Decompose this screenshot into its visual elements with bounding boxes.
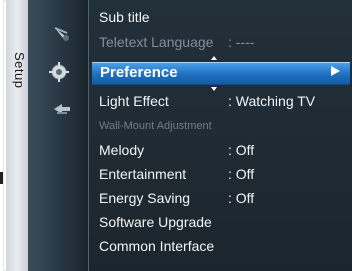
- menu-item-entertainment[interactable]: Entertainment: [99, 165, 186, 183]
- menu-item-subtitle[interactable]: Sub title: [99, 8, 150, 26]
- menu-item-energy-saving[interactable]: Energy Saving: [99, 189, 190, 207]
- category-tab[interactable]: [6, 0, 28, 271]
- teletext-language-value: : ----: [228, 34, 255, 50]
- menu-item-preference[interactable]: Preference: [100, 64, 178, 82]
- input-icon[interactable]: [51, 99, 73, 119]
- category-label: Setup: [12, 52, 27, 89]
- entertainment-value: : Off: [228, 166, 255, 182]
- menu-item-teletext-language: Teletext Language: [99, 34, 214, 50]
- antenna-icon[interactable]: [51, 24, 73, 44]
- melody-value: : Off: [228, 142, 255, 158]
- menu-item-light-effect[interactable]: Light Effect: [99, 92, 169, 110]
- menu-item-wall-mount: Wall-Mount Adjustment: [99, 120, 212, 132]
- right-arrow-icon: [331, 66, 340, 76]
- menu-item-software-upgrade[interactable]: Software Upgrade: [99, 213, 212, 231]
- menu-item-melody[interactable]: Melody: [99, 141, 144, 159]
- scroll-down-icon: [211, 87, 217, 91]
- scroll-up-icon: [211, 56, 217, 60]
- gear-icon[interactable]: [48, 62, 70, 82]
- light-effect-value: : Watching TV: [228, 93, 316, 109]
- menu-item-common-interface[interactable]: Common Interface: [99, 237, 214, 255]
- edge-mark: [0, 172, 3, 184]
- energy-saving-value: : Off: [228, 190, 255, 206]
